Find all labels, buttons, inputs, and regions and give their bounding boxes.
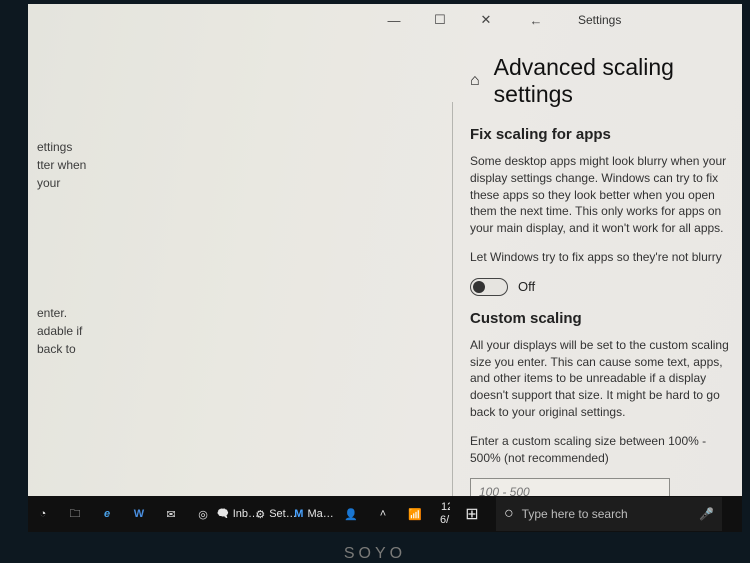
minimize-button[interactable]: — — [378, 4, 410, 36]
tray-up-icon[interactable]: ˄ — [368, 496, 398, 532]
titlebar: — ☐ ✕ ← Settings — [28, 4, 742, 36]
chrome-icon[interactable]: ◔ — [28, 496, 58, 532]
taskbar-app-malwarebytes[interactable]: MMa… — [296, 496, 332, 532]
word-icon[interactable]: W — [124, 496, 154, 532]
monitor-bezel-label: SOYO — [0, 545, 750, 563]
taskbar-app-inbox[interactable]: 🗬Inb… — [220, 496, 256, 532]
mic-icon[interactable]: 🎤 — [699, 507, 714, 521]
search-placeholder: Type here to search — [522, 507, 628, 521]
back-button[interactable]: ← — [520, 4, 552, 36]
maximize-button[interactable]: ☐ — [424, 4, 456, 36]
fix-scaling-body: Some desktop apps might look blurry when… — [470, 153, 740, 237]
toggle-thumb — [473, 281, 485, 293]
file-explorer-icon[interactable]: 🗀 — [60, 496, 90, 532]
home-icon[interactable]: ⌂ — [470, 72, 480, 90]
cortana-icon: ○ — [504, 505, 514, 523]
toggle-state: Off — [518, 279, 535, 294]
taskbar-left: ◔ 🗀 e W ✉ ◎ 🗬Inb… ⚙Set… MMa… 👤 ˄ 📶 12:31… — [28, 496, 450, 532]
fix-scaling-toggle[interactable]: Off — [470, 278, 742, 296]
toggle-track[interactable] — [470, 278, 508, 296]
taskbar-right: ⊞ ○ Type here to search 🎤 — [450, 496, 742, 532]
custom-scaling-prompt: Enter a custom scaling size between 100%… — [470, 433, 740, 467]
mail-icon[interactable]: ✉ — [156, 496, 186, 532]
divider — [452, 102, 453, 506]
custom-scaling-heading: Custom scaling — [470, 310, 742, 327]
close-button[interactable]: ✕ — [470, 4, 502, 36]
app-title: Settings — [578, 13, 621, 27]
start-button[interactable]: ⊞ — [450, 496, 494, 532]
fix-scaling-toggle-label: Let Windows try to fix apps so they're n… — [470, 249, 740, 266]
taskbar-app-settings[interactable]: ⚙Set… — [258, 496, 294, 532]
desktop-screen: — ☐ ✕ ← Settings ettings tter when your … — [28, 4, 742, 532]
app-icon[interactable]: ◎ — [188, 496, 218, 532]
page-title: Advanced scaling settings — [494, 54, 742, 108]
network-icon[interactable]: 📶 — [400, 496, 430, 532]
custom-scaling-body: All your displays will be set to the cus… — [470, 337, 740, 421]
cropped-text-2: enter. adable if back to — [37, 304, 82, 358]
fix-scaling-heading: Fix scaling for apps — [470, 126, 742, 143]
edge-icon[interactable]: e — [92, 496, 122, 532]
cropped-text-1: ettings tter when your — [37, 138, 86, 192]
people-icon[interactable]: 👤 — [336, 496, 366, 532]
settings-content: ⌂ Advanced scaling settings Fix scaling … — [462, 42, 742, 532]
search-box[interactable]: ○ Type here to search 🎤 — [496, 497, 722, 531]
